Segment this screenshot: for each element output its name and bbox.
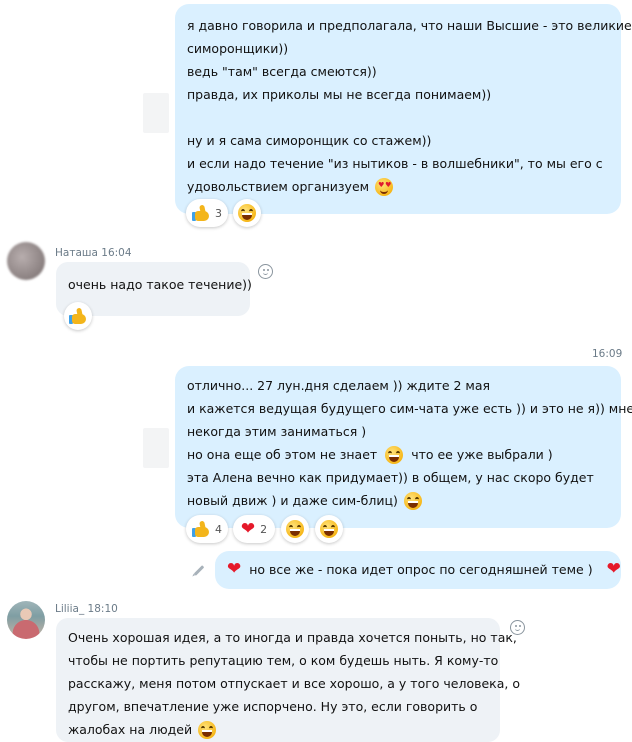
faded-artifact — [143, 93, 169, 133]
message-line: новый движ ) и даже сим-блиц) — [187, 493, 398, 508]
message-line-row: удовольствием организуем ♥ ♥ — [187, 175, 609, 198]
laughing-face-icon — [403, 491, 422, 510]
message-line-row: ❤ но все же - пока идет опрос по сегодня… — [227, 558, 621, 581]
heart-icon: ❤ — [606, 559, 621, 579]
thumbs-up-icon — [192, 520, 210, 538]
sender-name: Liliia_ — [55, 603, 85, 615]
message-line: эта Алена вечно как придумает)) в общем,… — [187, 470, 594, 485]
sender-meta: Наташа 16:04 — [55, 247, 132, 259]
reaction-thumbs-up[interactable]: 4 — [186, 515, 228, 543]
heart-eyes-emoji-icon: ♥ ♥ — [375, 177, 394, 196]
reaction-thumbs-up[interactable]: 3 — [186, 199, 228, 227]
message-text: очень надо такое течение)) — [68, 277, 252, 292]
avatar-natasha[interactable] — [7, 242, 45, 280]
heart-icon: ❤ — [240, 518, 256, 539]
reaction-count: 4 — [215, 522, 222, 536]
incoming-message-5: Очень хорошая идея, а то иногда и правда… — [56, 618, 520, 742]
message-line: Очень хорошая идея, а то иногда и правда… — [68, 630, 517, 645]
reaction-thumbs-up[interactable] — [64, 302, 92, 330]
message-line: некогда этим заниматься ) — [187, 424, 367, 439]
message-text: но все же - пока идет опрос по сегодняшн… — [249, 562, 593, 577]
outgoing-message-3: отлично... 27 лун.дня сделаем )) ждите 2… — [175, 366, 632, 528]
thumbs-up-icon — [192, 204, 210, 222]
avatar-liliia[interactable] — [7, 601, 45, 639]
message-line: но она еще об этом не знает — [187, 447, 378, 462]
message-line: удовольствием организуем — [187, 179, 370, 194]
laughing-face-icon — [320, 520, 338, 538]
message-line: отлично... 27 лун.дня сделаем )) ждите 2… — [187, 378, 491, 393]
reaction-laughing[interactable] — [315, 515, 343, 543]
message-line: симоронщики)) — [187, 41, 289, 56]
reaction-winking-laughing[interactable] — [281, 515, 309, 543]
message-line: другом, впечатление уже испорчено. Ну эт… — [68, 699, 478, 714]
add-reaction-smiley-icon[interactable] — [258, 264, 273, 279]
reaction-laughing[interactable] — [233, 199, 261, 227]
faded-artifact — [143, 428, 169, 468]
edited-pencil-icon — [193, 565, 205, 576]
message-line: что ее уже выбрали ) — [411, 447, 553, 462]
outgoing-message-4: ❤ но все же - пока идет опрос по сегодня… — [215, 551, 621, 589]
message-line-row: но она еще об этом не знает что ее уже в… — [187, 443, 609, 466]
message-line — [187, 106, 609, 129]
laughing-face-icon — [385, 445, 404, 464]
reaction-heart[interactable]: ❤ 2 — [233, 515, 275, 543]
laughing-face-icon — [238, 204, 256, 222]
winking-laughing-face-icon — [286, 520, 304, 538]
message-line: и если надо течение "из нытиков - в волш… — [187, 156, 603, 171]
message-time: 16:09 — [592, 348, 623, 360]
message-line-row: новый движ ) и даже сим-блиц) — [187, 489, 609, 512]
message-line-row: жалобах на людей — [68, 718, 488, 741]
message-line: и кажется ведущая будущего сим-чата уже … — [187, 401, 632, 416]
reaction-count: 3 — [215, 206, 222, 220]
sender-name: Наташа — [55, 247, 98, 259]
message-time: 18:10 — [87, 603, 118, 615]
message-line: правда, их приколы мы не всегда понимаем… — [187, 87, 492, 102]
message-line: жалобах на людей — [68, 722, 193, 737]
reaction-count: 2 — [260, 522, 268, 536]
message-line: ведь "там" всегда смеются)) — [187, 64, 377, 79]
message-time: 16:04 — [101, 247, 132, 259]
laughing-face-icon — [198, 720, 217, 739]
message-line: ну и я сама симоронщик со стажем)) — [187, 133, 432, 148]
sender-meta: Liliia_ 18:10 — [55, 603, 118, 615]
message-line: я давно говорила и предполагала, что наш… — [187, 18, 632, 33]
message-line: расскажу, меня потом отпускает и все хор… — [68, 676, 520, 691]
message-line: чтобы не портить репутацию тем, о ком бу… — [68, 653, 499, 668]
add-reaction-smiley-icon[interactable] — [510, 620, 525, 635]
thumbs-up-icon — [69, 307, 87, 325]
outgoing-message-1: я давно говорила и предполагала, что наш… — [175, 4, 632, 214]
heart-icon: ❤ — [227, 559, 242, 579]
